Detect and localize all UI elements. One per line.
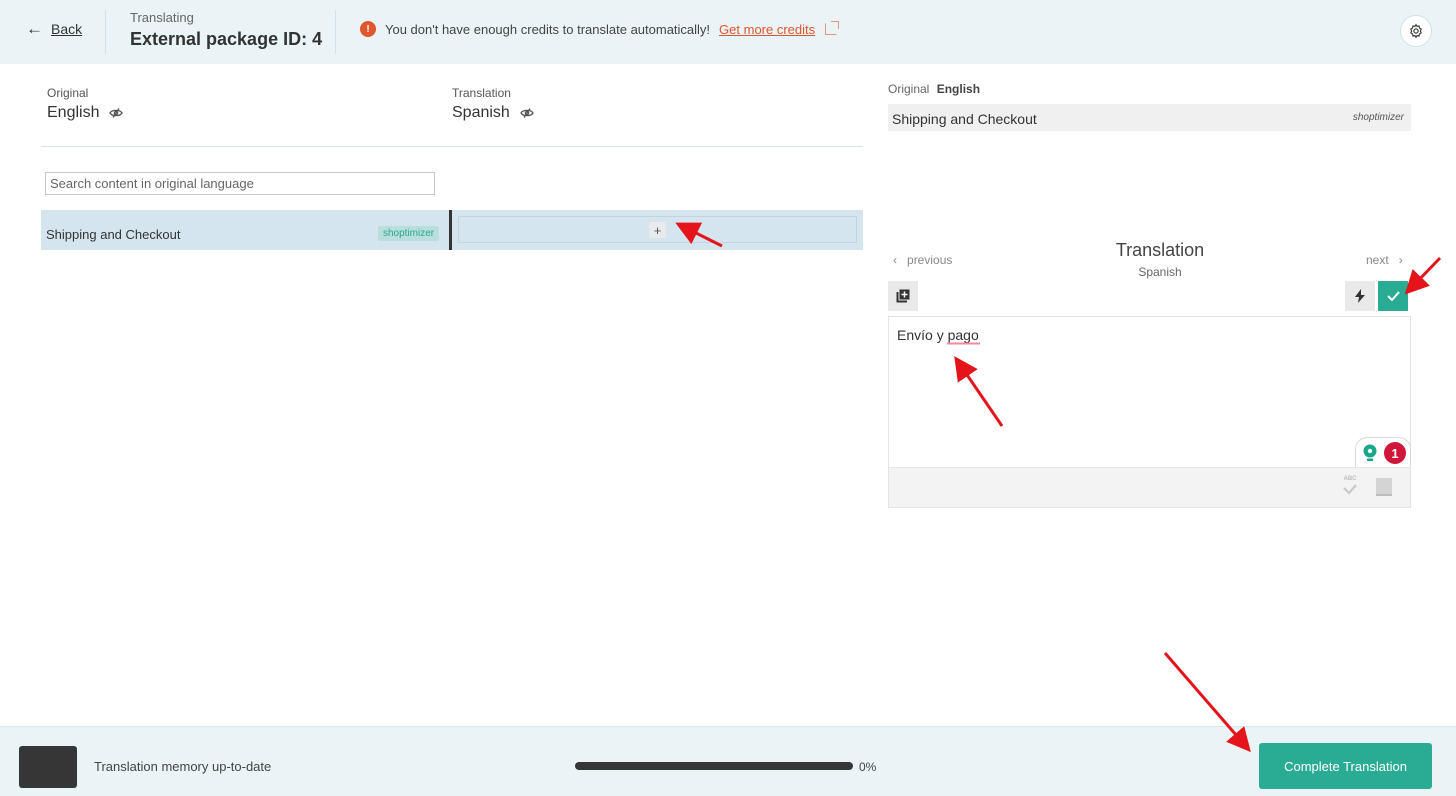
lightning-icon [1355, 289, 1365, 303]
issue-count-badge: 1 [1384, 442, 1406, 464]
complete-translation-button[interactable]: Complete Translation [1259, 743, 1432, 789]
translation-title: Translation [1115, 240, 1205, 260]
next-button[interactable]: next › [1366, 253, 1403, 267]
get-more-credits-link[interactable]: Get more credits [719, 22, 815, 37]
arrow-left-icon: ← [26, 19, 43, 38]
divider [335, 10, 336, 54]
original-language-header: Original English [47, 86, 124, 122]
chevron-left-icon: ‹ [893, 253, 897, 267]
row-separator [449, 210, 452, 250]
target-cell[interactable]: + [458, 216, 857, 243]
check-icon [1386, 291, 1400, 301]
glossary-book-icon[interactable] [1376, 478, 1392, 496]
translation-language: Spanish [452, 104, 510, 121]
divider [41, 146, 863, 147]
translation-language: Spanish [1138, 265, 1182, 279]
original-language: English [936, 82, 981, 96]
annotation-arrow [1404, 256, 1442, 295]
lightbulb-icon [1363, 444, 1377, 461]
external-link-icon[interactable] [825, 21, 840, 35]
original-caption: Original [47, 86, 89, 100]
page-subtitle: Translating [130, 10, 194, 25]
warning-icon: ! [360, 21, 376, 37]
eye-slash-icon[interactable] [109, 108, 124, 118]
string-row[interactable]: Shipping and Checkout shoptimizer + [41, 210, 863, 250]
original-text-box: Shipping and Checkout shoptimizer [888, 104, 1411, 131]
original-header: Original English [888, 82, 980, 96]
warning-text: You don't have enough credits to transla… [385, 21, 711, 37]
progress-label: 0% [859, 760, 877, 774]
add-translation-button[interactable]: + [649, 222, 666, 238]
credits-warning: ! You don't have enough credits to trans… [360, 21, 840, 37]
preview-thumbnail [19, 746, 77, 788]
gear-icon [1410, 23, 1422, 39]
next-label: next [1366, 253, 1389, 267]
save-translation-button[interactable] [1378, 281, 1408, 311]
original-language: English [47, 104, 100, 121]
previous-label: previous [907, 253, 953, 267]
back-button[interactable]: ← Back [26, 20, 82, 37]
editor-toolbar: ABC [889, 467, 1410, 507]
chevron-right-icon: › [1398, 253, 1403, 267]
translation-caption: Translation [452, 86, 511, 100]
eye-slash-icon[interactable] [520, 108, 534, 118]
machine-translate-button[interactable] [1345, 281, 1375, 311]
page-title-block: Translating External package ID: 4 [130, 10, 322, 50]
spellcheck-button[interactable]: ABC [1341, 476, 1359, 498]
translation-editor: 1 ABC [888, 316, 1411, 508]
original-text: Shipping and Checkout [892, 111, 1037, 127]
context-tag: shoptimizer [378, 226, 440, 241]
bottom-bar: Translation memory up-to-date 0% Complet… [0, 726, 1456, 796]
translation-memory-status: Translation memory up-to-date [94, 759, 272, 774]
top-bar: ← Back Translating External package ID: … [0, 0, 1456, 64]
spellcheck-label: ABC [1343, 476, 1357, 482]
page-title: External package ID: 4 [130, 29, 323, 49]
grammar-checker-widget[interactable]: 1 [1355, 437, 1411, 467]
source-text: Shipping and Checkout [46, 227, 181, 242]
search-input[interactable] [45, 172, 435, 195]
spellcheck-icon [1343, 484, 1357, 495]
copy-original-button[interactable] [888, 281, 918, 311]
original-caption: Original [888, 82, 930, 96]
back-label: Back [51, 20, 83, 37]
copy-icon [896, 289, 910, 303]
divider [105, 10, 106, 54]
settings-button[interactable] [1400, 15, 1432, 47]
translation-language-header: Translation Spanish [452, 86, 534, 122]
translation-input[interactable] [889, 317, 1410, 467]
previous-button[interactable]: ‹ previous [893, 253, 952, 267]
spelling-underline [947, 342, 980, 345]
progress-bar [575, 762, 853, 770]
context-label: shoptimizer [1352, 112, 1404, 123]
